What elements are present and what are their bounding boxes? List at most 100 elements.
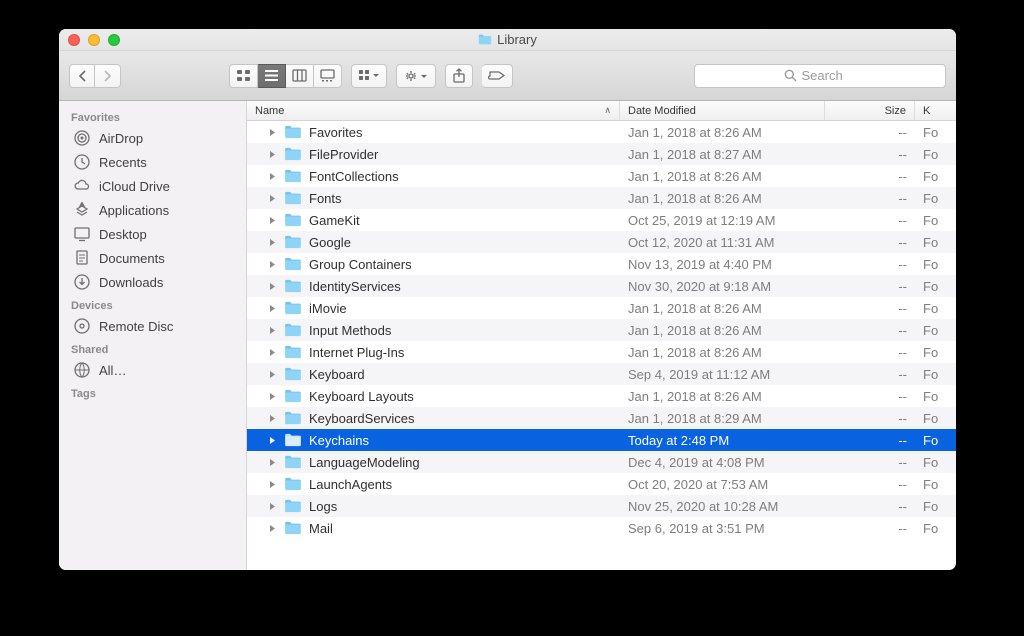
search-input[interactable] bbox=[802, 68, 857, 83]
window-title: Library bbox=[497, 32, 537, 47]
disclosure-triangle-icon[interactable] bbox=[268, 194, 277, 203]
file-date: Sep 4, 2019 at 11:12 AM bbox=[620, 367, 825, 382]
share-button[interactable] bbox=[445, 64, 473, 88]
file-row[interactable]: KeyboardSep 4, 2019 at 11:12 AM--Fo bbox=[247, 363, 956, 385]
column-kind[interactable]: K bbox=[915, 101, 956, 120]
icon-view-button[interactable] bbox=[229, 64, 258, 88]
zoom-window-button[interactable] bbox=[108, 34, 120, 46]
forward-button[interactable] bbox=[95, 64, 121, 88]
file-name: FileProvider bbox=[309, 147, 378, 162]
file-date: Jan 1, 2018 at 8:29 AM bbox=[620, 411, 825, 426]
file-row[interactable]: KeychainsToday at 2:48 PM--Fo bbox=[247, 429, 956, 451]
tags-button[interactable] bbox=[482, 64, 513, 88]
file-name: Google bbox=[309, 235, 351, 250]
file-row[interactable]: iMovieJan 1, 2018 at 8:26 AM--Fo bbox=[247, 297, 956, 319]
minimize-window-button[interactable] bbox=[88, 34, 100, 46]
file-size: -- bbox=[825, 279, 915, 294]
sidebar-item-documents[interactable]: Documents bbox=[59, 246, 246, 270]
file-name: Logs bbox=[309, 499, 337, 514]
folder-icon bbox=[284, 235, 302, 249]
folder-icon bbox=[284, 147, 302, 161]
file-date: Jan 1, 2018 at 8:27 AM bbox=[620, 147, 825, 162]
disclosure-triangle-icon[interactable] bbox=[268, 502, 277, 511]
disclosure-triangle-icon[interactable] bbox=[268, 216, 277, 225]
search-field[interactable] bbox=[694, 64, 946, 88]
file-date: Oct 25, 2019 at 12:19 AM bbox=[620, 213, 825, 228]
arrange-group bbox=[351, 64, 387, 88]
arrange-button[interactable] bbox=[351, 64, 387, 88]
file-name: Keyboard Layouts bbox=[309, 389, 414, 404]
file-name: LanguageModeling bbox=[309, 455, 420, 470]
disclosure-triangle-icon[interactable] bbox=[268, 326, 277, 335]
file-row[interactable]: MailSep 6, 2019 at 3:51 PM--Fo bbox=[247, 517, 956, 539]
disclosure-triangle-icon[interactable] bbox=[268, 414, 277, 423]
disclosure-triangle-icon[interactable] bbox=[268, 128, 277, 137]
file-row[interactable]: GoogleOct 12, 2020 at 11:31 AM--Fo bbox=[247, 231, 956, 253]
disclosure-triangle-icon[interactable] bbox=[268, 392, 277, 401]
file-row[interactable]: IdentityServicesNov 30, 2020 at 9:18 AM-… bbox=[247, 275, 956, 297]
sidebar-item-downloads[interactable]: Downloads bbox=[59, 270, 246, 294]
file-row[interactable]: LogsNov 25, 2020 at 10:28 AM--Fo bbox=[247, 495, 956, 517]
file-row[interactable]: FontsJan 1, 2018 at 8:26 AM--Fo bbox=[247, 187, 956, 209]
sidebar-item-icloud-drive[interactable]: iCloud Drive bbox=[59, 174, 246, 198]
apps-icon bbox=[73, 201, 91, 219]
sidebar-item-label: Remote Disc bbox=[99, 319, 173, 334]
file-row[interactable]: Keyboard LayoutsJan 1, 2018 at 8:26 AM--… bbox=[247, 385, 956, 407]
disclosure-triangle-icon[interactable] bbox=[268, 436, 277, 445]
file-kind: Fo bbox=[915, 147, 956, 162]
close-window-button[interactable] bbox=[68, 34, 80, 46]
file-row[interactable]: GameKitOct 25, 2019 at 12:19 AM--Fo bbox=[247, 209, 956, 231]
disclosure-triangle-icon[interactable] bbox=[268, 458, 277, 467]
file-size: -- bbox=[825, 147, 915, 162]
column-name[interactable]: Name ∧ bbox=[247, 101, 620, 120]
disclosure-triangle-icon[interactable] bbox=[268, 348, 277, 357]
file-row[interactable]: Internet Plug-InsJan 1, 2018 at 8:26 AM-… bbox=[247, 341, 956, 363]
file-row[interactable]: LaunchAgentsOct 20, 2020 at 7:53 AM--Fo bbox=[247, 473, 956, 495]
file-name: KeyboardServices bbox=[309, 411, 415, 426]
column-view-button[interactable] bbox=[286, 64, 314, 88]
gallery-view-button[interactable] bbox=[314, 64, 342, 88]
disclosure-triangle-icon[interactable] bbox=[268, 172, 277, 181]
disclosure-triangle-icon[interactable] bbox=[268, 282, 277, 291]
column-date[interactable]: Date Modified bbox=[620, 101, 825, 120]
file-kind: Fo bbox=[915, 345, 956, 360]
file-kind: Fo bbox=[915, 389, 956, 404]
file-name: Fonts bbox=[309, 191, 342, 206]
sidebar: FavoritesAirDropRecentsiCloud DriveAppli… bbox=[59, 101, 247, 570]
folder-icon bbox=[284, 499, 302, 513]
sidebar-item-remote-disc[interactable]: Remote Disc bbox=[59, 314, 246, 338]
disclosure-triangle-icon[interactable] bbox=[268, 304, 277, 313]
titlebar[interactable]: Library bbox=[59, 29, 956, 51]
file-row[interactable]: Input MethodsJan 1, 2018 at 8:26 AM--Fo bbox=[247, 319, 956, 341]
disclosure-triangle-icon[interactable] bbox=[268, 370, 277, 379]
sidebar-item-all-[interactable]: All… bbox=[59, 358, 246, 382]
sidebar-item-airdrop[interactable]: AirDrop bbox=[59, 126, 246, 150]
disclosure-triangle-icon[interactable] bbox=[268, 480, 277, 489]
file-size: -- bbox=[825, 499, 915, 514]
file-name: IdentityServices bbox=[309, 279, 401, 294]
disclosure-triangle-icon[interactable] bbox=[268, 238, 277, 247]
file-kind: Fo bbox=[915, 279, 956, 294]
file-row[interactable]: FontCollectionsJan 1, 2018 at 8:26 AM--F… bbox=[247, 165, 956, 187]
disclosure-triangle-icon[interactable] bbox=[268, 260, 277, 269]
downloads-icon bbox=[73, 273, 91, 291]
file-name: Group Containers bbox=[309, 257, 412, 272]
list-view-button[interactable] bbox=[258, 64, 286, 88]
folder-icon bbox=[284, 301, 302, 315]
sidebar-item-desktop[interactable]: Desktop bbox=[59, 222, 246, 246]
file-row[interactable]: FileProvider Jan 1, 2018 at 8:27 AM--Fo bbox=[247, 143, 956, 165]
sidebar-item-applications[interactable]: Applications bbox=[59, 198, 246, 222]
disclosure-triangle-icon[interactable] bbox=[268, 524, 277, 533]
sidebar-item-recents[interactable]: Recents bbox=[59, 150, 246, 174]
file-date: Jan 1, 2018 at 8:26 AM bbox=[620, 345, 825, 360]
file-row[interactable]: KeyboardServicesJan 1, 2018 at 8:29 AM--… bbox=[247, 407, 956, 429]
disclosure-triangle-icon[interactable] bbox=[268, 150, 277, 159]
file-row[interactable]: Group ContainersNov 13, 2019 at 4:40 PM-… bbox=[247, 253, 956, 275]
back-button[interactable] bbox=[69, 64, 95, 88]
action-button[interactable] bbox=[396, 64, 436, 88]
file-kind: Fo bbox=[915, 235, 956, 250]
file-row[interactable]: LanguageModelingDec 4, 2019 at 4:08 PM--… bbox=[247, 451, 956, 473]
file-date: Nov 25, 2020 at 10:28 AM bbox=[620, 499, 825, 514]
column-size[interactable]: Size bbox=[825, 101, 915, 120]
file-row[interactable]: FavoritesJan 1, 2018 at 8:26 AM--Fo bbox=[247, 121, 956, 143]
